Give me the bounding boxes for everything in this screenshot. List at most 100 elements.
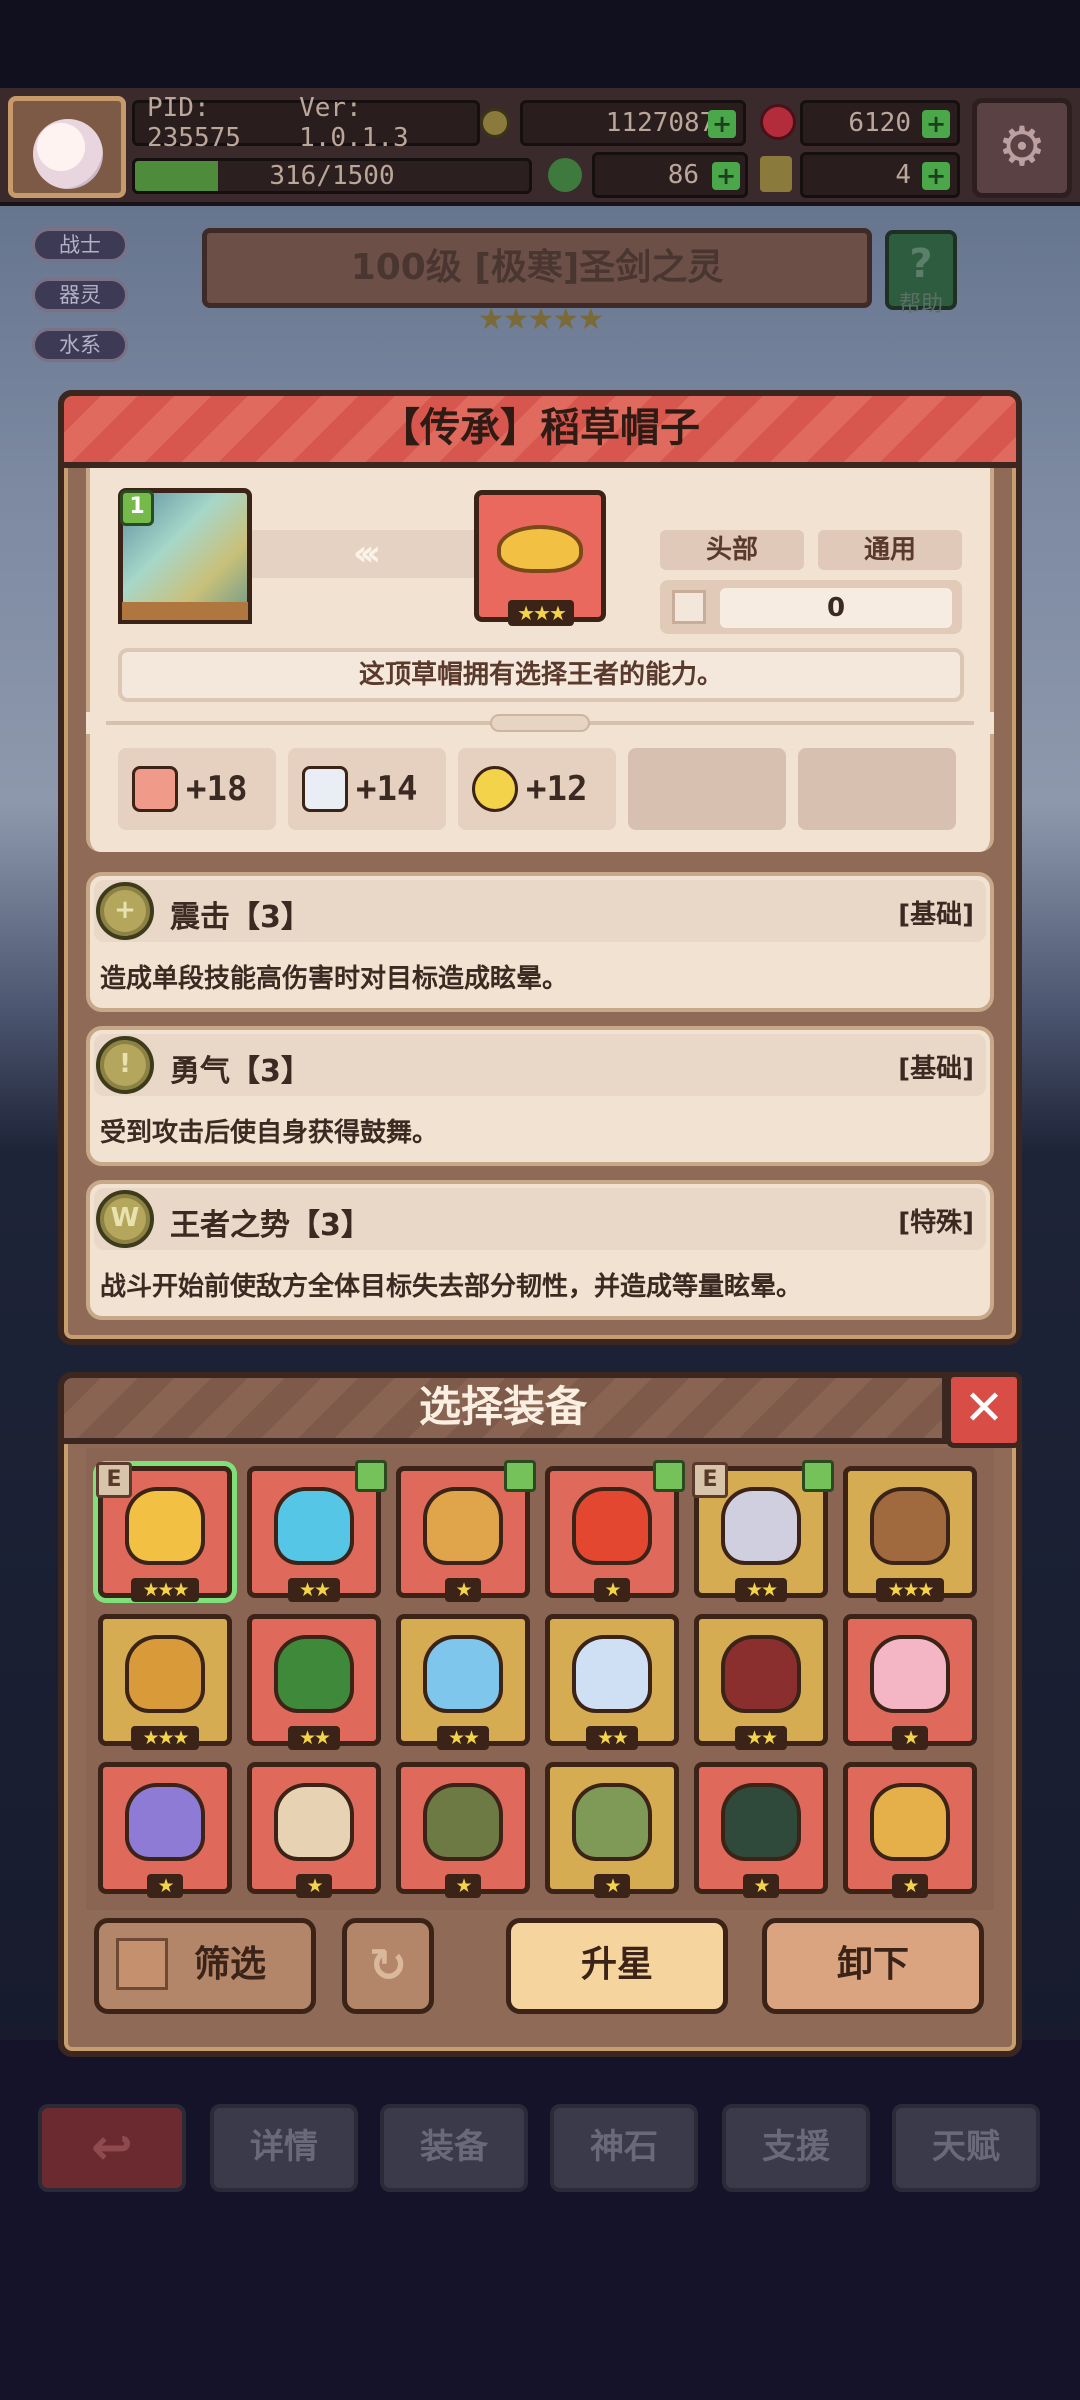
stat-defense: +14 xyxy=(288,748,446,830)
add-clover-button[interactable]: + xyxy=(712,162,740,190)
ticket-value: 4 xyxy=(895,160,911,190)
equipment-icon xyxy=(274,1783,354,1861)
skill-king-icon: W xyxy=(96,1190,154,1248)
equipment-icon xyxy=(870,1783,950,1861)
stamina-bar: 316/1500 xyxy=(132,158,532,194)
attack-icon xyxy=(132,766,178,812)
equipment-icon xyxy=(572,1487,652,1565)
question-icon: ? xyxy=(909,241,933,287)
speed-icon xyxy=(472,766,518,812)
skill-type: [特殊] xyxy=(898,1208,974,1238)
equipment-icon xyxy=(721,1783,801,1861)
clover-item-icon xyxy=(548,158,582,192)
equipment-icon xyxy=(274,1635,354,1713)
equipment-icon xyxy=(125,1487,205,1565)
stat-attack: +18 xyxy=(118,748,276,830)
filter-grid-icon xyxy=(116,1938,168,1990)
stat-empty-slot xyxy=(628,748,786,830)
skill-description: 受到攻击后使自身获得鼓舞。 xyxy=(100,1118,439,1148)
divider-ornament xyxy=(490,714,590,732)
skill-type: [基础] xyxy=(898,900,974,930)
equipment-icon xyxy=(125,1635,205,1713)
equipment-stars: ★ xyxy=(594,1578,630,1602)
hero-stars: ★★★★★ xyxy=(477,302,604,337)
add-gem-button[interactable]: + xyxy=(922,110,950,138)
add-ticket-button[interactable]: + xyxy=(922,162,950,190)
equipment-icon xyxy=(274,1487,354,1565)
stat-defense-value: +14 xyxy=(356,769,418,809)
upgrade-available-icon xyxy=(504,1460,536,1492)
back-arrow-icon: ↩ xyxy=(91,2118,133,2176)
pid-label: PID: 235575 xyxy=(147,93,241,153)
upgrade-star-button[interactable]: 升星 xyxy=(506,1918,728,2014)
gem-icon xyxy=(760,104,796,140)
defense-icon xyxy=(302,766,348,812)
transfer-arrows: ‹‹‹ xyxy=(252,530,474,578)
equipment-stars: ★ xyxy=(445,1874,481,1898)
tab-support[interactable]: 支援 xyxy=(722,2104,870,2192)
tab-talent[interactable]: 天赋 xyxy=(892,2104,1040,2192)
tab-equipment[interactable]: 装备 xyxy=(380,2104,528,2192)
equipment-stars: ★ xyxy=(296,1874,332,1898)
select-equipment-title: 选择装备 xyxy=(58,1372,948,1444)
upgrade-available-icon xyxy=(653,1460,685,1492)
tab-details[interactable]: 详情 xyxy=(210,2104,358,2192)
equipment-stars: ★★ xyxy=(586,1726,638,1750)
equipment-stars: ★★★ xyxy=(131,1578,199,1602)
straw-hat-icon xyxy=(497,525,583,573)
hero-title: 100级 [极寒]圣剑之灵 xyxy=(202,228,872,308)
ticket-icon xyxy=(760,156,792,192)
token-icon xyxy=(480,108,510,138)
upgrade-label: 升星 xyxy=(580,1944,653,1985)
equipment-stars: ★ xyxy=(594,1874,630,1898)
back-button[interactable]: ↩ xyxy=(38,2104,186,2192)
equipment-stars: ★ xyxy=(445,1578,481,1602)
equipment-icon xyxy=(125,1783,205,1861)
equipment-icon xyxy=(721,1487,801,1565)
skill-name: 勇气【3】 xyxy=(170,1054,311,1089)
upgrade-available-icon xyxy=(802,1460,834,1492)
stat-speed: +12 xyxy=(458,748,616,830)
class-tag: 战士 xyxy=(32,228,128,262)
tab-godstone[interactable]: 神石 xyxy=(550,2104,698,2192)
settings-button[interactable]: ⚙ xyxy=(972,98,1072,198)
help-label: 帮助 xyxy=(898,292,943,317)
player-avatar[interactable] xyxy=(8,96,126,198)
pid-version-bar: PID: 235575 Ver: 1.0.1.3 xyxy=(132,93,480,153)
skill-stun-icon: + xyxy=(96,882,154,940)
close-icon: ✕ xyxy=(963,1380,1005,1436)
equipment-icon xyxy=(721,1635,801,1713)
equipment-stars: ★★★ xyxy=(131,1726,199,1750)
owner-level-badge: 1 xyxy=(120,490,154,526)
equipment-icon xyxy=(870,1487,950,1565)
equipment-stars: ★ xyxy=(892,1874,928,1898)
avatar-face xyxy=(33,119,103,189)
refresh-button[interactable]: ↻ xyxy=(342,1918,434,2014)
unequip-button[interactable]: 卸下 xyxy=(762,1918,984,2014)
stamina-text: 316/1500 xyxy=(269,161,395,191)
skill-name: 王者之势【3】 xyxy=(170,1208,371,1243)
gear-icon: ⚙ xyxy=(997,115,1047,178)
add-gold-button[interactable]: + xyxy=(708,110,736,138)
skill-type: [基础] xyxy=(898,1054,974,1084)
equipment-icon xyxy=(423,1635,503,1713)
gem-value: 6120 xyxy=(848,108,911,138)
equipment-stars: ★★ xyxy=(288,1726,340,1750)
equipment-icon xyxy=(423,1487,503,1565)
equipment-stars: ★★ xyxy=(288,1578,340,1602)
equipment-stars: ★★★ xyxy=(876,1578,944,1602)
item-stars: ★★★ xyxy=(508,600,574,626)
equipment-icon xyxy=(423,1783,503,1861)
equipment-stars: ★ xyxy=(147,1874,183,1898)
equipment-stars: ★★ xyxy=(437,1726,489,1750)
item-title: 【传承】稻草帽子 xyxy=(58,390,1022,468)
equipment-stars: ★★ xyxy=(735,1726,787,1750)
slot-type-tag: 头部 xyxy=(660,530,804,570)
close-button[interactable]: ✕ xyxy=(946,1372,1022,1448)
class-type-tag: 通用 xyxy=(818,530,962,570)
skill-courage-icon: ! xyxy=(96,1036,154,1094)
skill-description: 战斗开始前使敌方全体目标失去部分韧性，并造成等量眩晕。 xyxy=(100,1272,803,1302)
equipment-stars: ★ xyxy=(892,1726,928,1750)
stat-empty-slot xyxy=(798,748,956,830)
stat-speed-value: +12 xyxy=(526,769,588,809)
